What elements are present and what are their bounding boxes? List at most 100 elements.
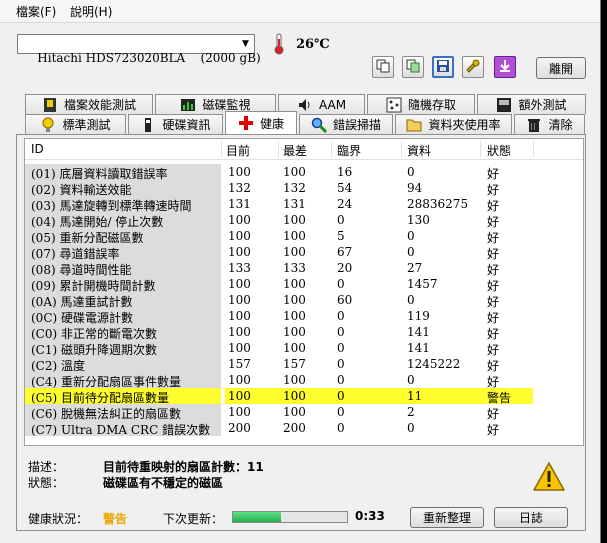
tools-icon	[465, 58, 481, 77]
cell-data: 0	[407, 293, 415, 307]
next-update-label: 下次更新：	[163, 512, 224, 526]
cell-data: 0	[407, 373, 415, 387]
cell-data: 11	[407, 389, 423, 403]
table-row[interactable]: (C1) 磁頭升降週期次數 100 100 0 141 好	[25, 340, 583, 357]
table-row[interactable]: (C0) 非正常的斷電次數 100 100 0 141 好	[25, 324, 583, 341]
cell-status: 好	[487, 423, 500, 437]
description-value: 目前待重映射的扇區計數：11	[103, 460, 264, 474]
cell-worst: 100	[283, 277, 306, 291]
column-header-current[interactable]: 目前	[226, 142, 250, 159]
cell-data: 28836275	[407, 197, 469, 211]
menu-file[interactable]: 檔案(F)	[16, 3, 56, 20]
exit-button[interactable]: 離開	[536, 57, 586, 79]
copy-green-button[interactable]	[402, 56, 424, 78]
cell-threshold: 60	[337, 293, 353, 307]
tools-button[interactable]	[462, 56, 484, 78]
tab-row2-5[interactable]: 清除	[514, 114, 585, 134]
cell-data: 130	[407, 213, 430, 227]
table-row[interactable]: (C6) 脫機無法糾正的扇區數 100 100 0 2 好	[25, 404, 583, 421]
cell-worst: 100	[283, 245, 306, 259]
cell-data: 119	[407, 309, 430, 323]
cell-data: 0	[407, 229, 415, 243]
cell-current: 100	[228, 325, 251, 339]
tab-label: 檔案效能測試	[63, 98, 136, 112]
column-header-worst[interactable]: 最差	[283, 142, 307, 159]
cell-id: (C7) Ultra DMA CRC 錯誤次數	[31, 423, 211, 437]
menu-bar: 檔案(F) 說明(H)	[0, 0, 600, 23]
table-row[interactable]: (C5) 目前待分配扇區數量 100 100 0 11 警告	[25, 388, 583, 405]
cell-current: 100	[228, 277, 251, 291]
table-row[interactable]: (0A) 馬達重試計數 100 100 60 0 好	[25, 292, 583, 309]
cell-worst: 200	[283, 421, 306, 435]
table-row[interactable]: (C4) 重新分配扇區事件數量 100 100 0 0 好	[25, 372, 583, 389]
copy-button[interactable]	[372, 56, 394, 78]
table-row[interactable]: (07) 尋道錯誤率 100 100 67 0 好	[25, 244, 583, 261]
thermometer-icon	[268, 33, 290, 55]
cell-worst: 131	[283, 197, 306, 211]
column-header-data[interactable]: 資料	[407, 142, 431, 159]
table-row[interactable]: (C2) 溫度 157 157 0 1245222 好	[25, 356, 583, 373]
tab-row1-3[interactable]: 隨機存取	[367, 94, 475, 114]
cell-threshold: 16	[337, 165, 353, 179]
tab-row2-2[interactable]: 健康	[225, 111, 297, 134]
tab-row1-4[interactable]: 額外測試	[477, 94, 586, 114]
cell-data: 0	[407, 421, 415, 435]
cell-worst: 100	[283, 373, 306, 387]
tab-row2-1[interactable]: 硬碟資訊	[128, 114, 223, 134]
cell-worst: 100	[283, 293, 306, 307]
cell-worst: 100	[283, 213, 306, 227]
cell-current: 100	[228, 245, 251, 259]
cell-threshold: 54	[337, 181, 353, 195]
file-benchmark-icon	[42, 97, 58, 113]
cell-worst: 100	[283, 165, 306, 179]
cell-threshold: 0	[337, 213, 345, 227]
save-button[interactable]	[432, 56, 454, 78]
smart-attribute-list[interactable]: ID 目前 最差 臨界 資料 狀態 (01) 底層資料讀取錯誤率 100 100 16…	[24, 138, 584, 446]
cell-threshold: 67	[337, 245, 353, 259]
cell-threshold: 0	[337, 341, 345, 355]
countdown-value: 0:33	[355, 509, 385, 523]
table-row[interactable]: (03) 馬達旋轉到標準轉速時間 131 131 24 28836275 好	[25, 196, 583, 213]
description-label: 描述：	[28, 460, 65, 474]
column-header-status[interactable]: 狀態	[487, 142, 511, 159]
tab-label: 隨機存取	[407, 98, 456, 112]
table-row[interactable]: (09) 累計開機時間計數 100 100 0 1457 好	[25, 276, 583, 293]
random-access-icon	[386, 97, 402, 113]
tab-row1-0[interactable]: 檔案效能測試	[25, 94, 153, 114]
table-row[interactable]: (0C) 硬碟電源計數 100 100 0 119 好	[25, 308, 583, 325]
cell-data: 1245222	[407, 357, 461, 371]
log-button[interactable]: 日誌	[494, 507, 568, 528]
download-button[interactable]	[494, 56, 516, 78]
tab-label: 額外測試	[518, 98, 567, 112]
table-row[interactable]: (05) 重新分配磁區數 100 100 5 0 好	[25, 228, 583, 245]
cell-worst: 100	[283, 341, 306, 355]
list-rows: (01) 底層資料讀取錯誤率 100 100 16 0 好 (02) 資料輸送效能 132 13…	[25, 164, 583, 437]
cell-current: 200	[228, 421, 251, 435]
table-row[interactable]: (08) 尋道時間性能 133 133 20 27 好	[25, 260, 583, 277]
tab-row2-4[interactable]: 資料夾使用率	[395, 114, 512, 134]
refresh-button[interactable]: 重新整理	[410, 507, 484, 528]
cell-threshold: 0	[337, 373, 345, 387]
tab-row2-3[interactable]: 錯誤掃描	[299, 114, 393, 134]
cell-threshold: 0	[337, 421, 345, 435]
list-header: ID 目前 最差 臨界 資料 狀態	[25, 139, 583, 160]
health-status-value: 警告	[103, 512, 128, 526]
table-row[interactable]: (01) 底層資料讀取錯誤率 100 100 16 0 好	[25, 164, 583, 181]
update-progress-fill	[233, 512, 281, 522]
menu-help[interactable]: 說明(H)	[70, 3, 112, 20]
tab-row2-0[interactable]: 標準測試	[25, 114, 126, 134]
table-row[interactable]: (C7) Ultra DMA CRC 錯誤次數 200 200 0 0 好	[25, 420, 583, 437]
cell-current: 100	[228, 389, 251, 403]
column-header-id[interactable]: ID	[31, 142, 44, 156]
drive-select-value: Hitachi HDS723020BLA (2000 gB)	[37, 51, 261, 65]
table-row[interactable]: (04) 馬達開始/ 停止次數 100 100 0 130 好	[25, 212, 583, 229]
cell-data: 1457	[407, 277, 438, 291]
cell-threshold: 24	[337, 197, 353, 211]
table-row[interactable]: (02) 資料輸送效能 132 132 54 94 好	[25, 180, 583, 197]
cell-threshold: 0	[337, 405, 345, 419]
cell-current: 133	[228, 261, 251, 275]
column-header-threshold[interactable]: 臨界	[337, 142, 361, 159]
drive-select[interactable]: Hitachi HDS723020BLA (2000 gB) ▼	[17, 34, 261, 65]
save-icon	[436, 59, 450, 76]
chevron-down-icon[interactable]: ▼	[237, 35, 254, 53]
